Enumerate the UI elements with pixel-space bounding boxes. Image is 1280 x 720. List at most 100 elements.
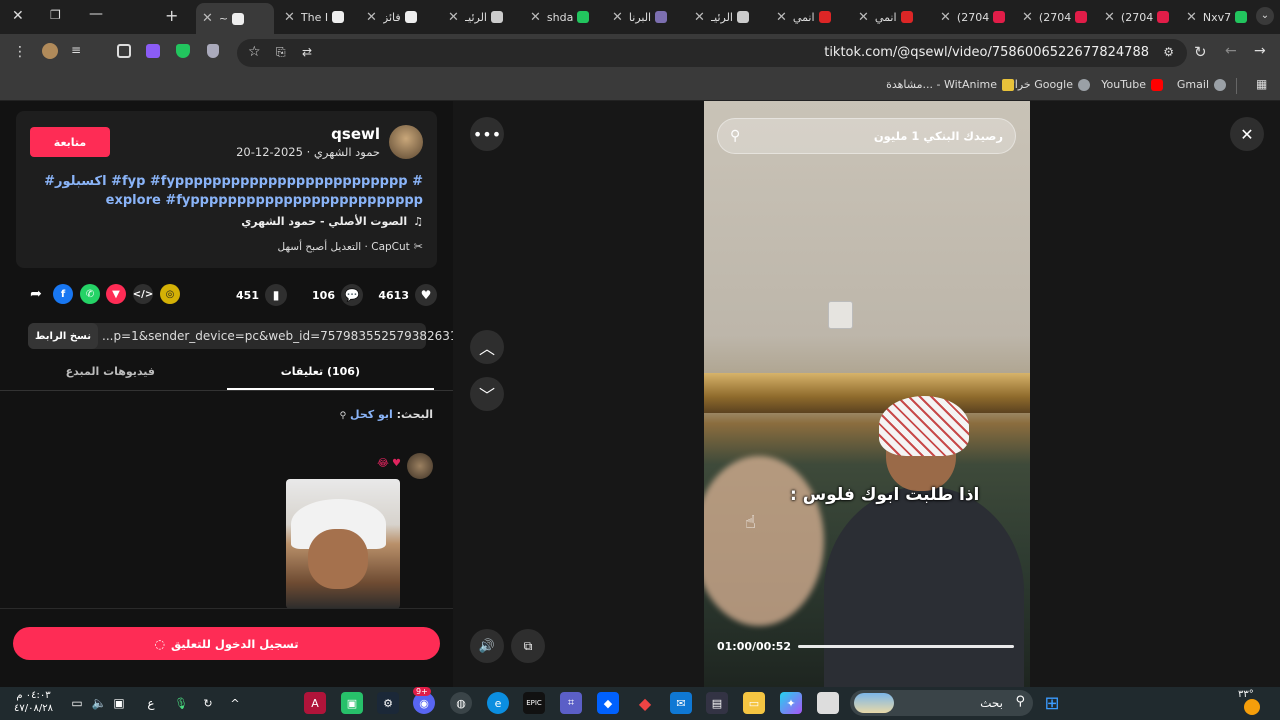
capcut-anchor[interactable]: ✂ CapCut · التعديل أصبح أسهل xyxy=(278,240,423,253)
bookmark-youtube[interactable]: YouTube xyxy=(1101,78,1163,91)
close-tab-icon[interactable]: ✕ xyxy=(284,10,295,25)
login-to-comment-button[interactable]: تسجيل الدخول للتعليق ◌ xyxy=(13,627,440,660)
close-tab-icon[interactable]: ✕ xyxy=(202,11,213,26)
bookmark-star-icon[interactable]: ☆ xyxy=(248,44,261,60)
new-tab-icon[interactable]: + xyxy=(165,6,178,25)
creator-avatar[interactable] xyxy=(389,125,423,159)
bookmark-witanime[interactable]: مشاهدة... - WitAnime xyxy=(886,78,1014,91)
file-explorer-icon[interactable]: ▭ xyxy=(743,692,765,714)
browser-tab[interactable]: ✕ (2704 xyxy=(1098,5,1176,29)
browser-tab[interactable]: ✕ فائز xyxy=(360,5,438,29)
creator-username[interactable]: qsewl xyxy=(331,125,380,143)
close-tab-icon[interactable]: ✕ xyxy=(694,10,705,25)
browser-tab[interactable]: ✕ الرئيـ xyxy=(442,5,520,29)
close-tab-icon[interactable]: ✕ xyxy=(530,10,541,25)
browser-tab[interactable]: ✕ ~ xyxy=(196,3,274,34)
bookmark-google-maps[interactable]: خرائط Google xyxy=(1001,78,1090,91)
steam-icon[interactable]: ⚙ xyxy=(377,692,399,714)
close-tab-icon[interactable]: ✕ xyxy=(1104,10,1115,25)
browser-tab[interactable]: ✕ انمي xyxy=(852,5,930,29)
like-stat[interactable]: 4613 ♥ xyxy=(378,284,437,306)
edge-icon[interactable]: e xyxy=(487,692,509,714)
profile-icon[interactable] xyxy=(42,43,58,59)
close-tab-icon[interactable]: ✕ xyxy=(1186,10,1197,25)
close-tab-icon[interactable]: ✕ xyxy=(612,10,623,25)
browser-tab[interactable]: ✕ انمي xyxy=(770,5,848,29)
next-video-icon[interactable]: ﹀ xyxy=(470,377,504,411)
browser-tab[interactable]: ✕ shda xyxy=(524,5,602,29)
heart-icon[interactable]: ♥ xyxy=(415,284,437,306)
yellow-share-icon[interactable]: ◎ xyxy=(160,284,180,304)
follow-button[interactable]: متابعة xyxy=(30,127,110,157)
shield-outline-icon[interactable] xyxy=(207,44,219,58)
teams-icon[interactable]: ⌗ xyxy=(560,692,582,714)
menu-icon[interactable]: ⋮ xyxy=(13,44,27,60)
picture-in-picture-icon[interactable]: ⧉ xyxy=(511,629,545,663)
forward-icon[interactable]: ← xyxy=(1225,43,1237,59)
network-icon[interactable]: ▣ xyxy=(108,692,130,714)
bookmark-gmail[interactable]: Gmail xyxy=(1177,78,1226,91)
save-stat[interactable]: 451 ▮ xyxy=(236,284,287,306)
back-icon[interactable]: → xyxy=(1254,43,1266,59)
site-settings-icon[interactable]: ⚙ xyxy=(1163,45,1174,59)
previous-video-icon[interactable]: ︿ xyxy=(470,330,504,364)
close-window-icon[interactable]: ✕ xyxy=(12,8,24,24)
comment-stat[interactable]: 106 💬 xyxy=(312,284,363,306)
dropbox-icon[interactable]: ◆ xyxy=(597,692,619,714)
minimize-window-icon[interactable]: — xyxy=(89,6,103,22)
whatsapp-icon[interactable]: ✆ xyxy=(80,284,100,304)
close-tab-icon[interactable]: ✕ xyxy=(1022,10,1033,25)
translate-icon[interactable]: ⇄ xyxy=(302,45,312,59)
all-bookmarks-icon[interactable]: ▦ xyxy=(1256,77,1267,91)
outlook-icon[interactable]: ✉ xyxy=(670,692,692,714)
share-arrow-icon[interactable]: ➦ xyxy=(26,284,46,304)
close-video-icon[interactable]: ✕ xyxy=(1230,117,1264,151)
browser-tab[interactable]: ✕ (2704 xyxy=(1016,5,1094,29)
microphone-icon[interactable]: 🎙 xyxy=(170,692,192,714)
comment-image[interactable] xyxy=(286,479,400,609)
commenter-avatar[interactable] xyxy=(407,453,433,479)
more-options-icon[interactable]: ••• xyxy=(470,117,504,151)
windows-start-icon[interactable]: ⊞ xyxy=(1041,692,1063,714)
install-app-icon[interactable]: ⎘ xyxy=(276,45,286,60)
facebook-icon[interactable]: f xyxy=(53,284,73,304)
chrome-icon[interactable]: ◍ xyxy=(450,692,472,714)
weather-sun-icon[interactable] xyxy=(1244,699,1260,715)
music-info[interactable]: ♫ الصوت الأصلي - حمود الشهري xyxy=(241,215,423,228)
search-keyword[interactable]: ابو كحل xyxy=(350,408,393,421)
tab-creator-videos[interactable]: فيديوهات المبدع xyxy=(66,365,155,378)
post-hashtags[interactable]: #اكسبلور #fyp #fyppppppppppppppppppppppp… xyxy=(43,172,423,210)
video-frame[interactable]: رصيدك البنكي 1 مليون ⚲ اذا طلبت ابوك فلو… xyxy=(704,101,1030,687)
video-progress-bar[interactable] xyxy=(798,645,1014,648)
comment-search-suggestion[interactable]: البحث: ابو كحل ⚲ xyxy=(340,408,433,421)
epic-games-icon[interactable]: EPIC xyxy=(523,692,545,714)
shield-extension-icon[interactable] xyxy=(176,44,190,58)
close-tab-icon[interactable]: ✕ xyxy=(940,10,951,25)
show-hidden-icons[interactable]: ^ xyxy=(224,692,246,714)
bookmark-icon[interactable]: ▮ xyxy=(265,284,287,306)
close-tab-icon[interactable]: ✕ xyxy=(448,10,459,25)
sync-icon[interactable]: ↻ xyxy=(197,692,219,714)
app-a-icon[interactable]: A xyxy=(304,692,326,714)
embed-icon[interactable]: </> xyxy=(133,284,153,304)
restore-window-icon[interactable]: ❐ xyxy=(50,8,61,22)
close-tab-icon[interactable]: ✕ xyxy=(366,10,377,25)
copy-link-button[interactable]: نسخ الرابط xyxy=(28,323,98,349)
extensions-icon[interactable] xyxy=(117,44,131,58)
red-diamond-app-icon[interactable]: ◆ xyxy=(634,692,656,714)
close-tab-icon[interactable]: ✕ xyxy=(776,10,787,25)
tab-comments[interactable]: (106) تعليقات xyxy=(281,365,360,378)
input-language[interactable]: ع xyxy=(140,692,162,714)
volume-tray-icon[interactable]: 🔈 xyxy=(88,692,110,714)
address-bar[interactable]: ☆ ⎘ ⇄ tiktok.com/@qsewl/video/7586006522… xyxy=(237,39,1187,67)
volume-icon[interactable]: 🔊 xyxy=(470,629,504,663)
taskbar-search[interactable]: بحث ⚲ xyxy=(850,690,1033,716)
store-icon[interactable]: ▤ xyxy=(706,692,728,714)
browser-tab[interactable]: ✕ (2704 xyxy=(934,5,1012,29)
browser-tab[interactable]: ✕ Nxv7 xyxy=(1180,5,1258,29)
comment-icon[interactable]: 💬 xyxy=(341,284,363,306)
app-green-icon[interactable]: ▣ xyxy=(341,692,363,714)
battery-icon[interactable]: ▭ xyxy=(66,692,88,714)
reading-list-icon[interactable]: ≡ xyxy=(71,43,81,57)
video-link-text[interactable]: ...p=1&sender_device=pc&web_id=757983552… xyxy=(102,329,465,343)
